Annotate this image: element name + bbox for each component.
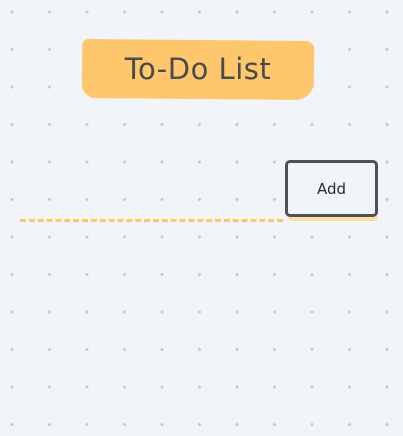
- add-button-label: Add: [316, 179, 347, 198]
- todo-input[interactable]: [20, 200, 283, 222]
- page-title: To-Do List: [124, 52, 272, 86]
- add-button[interactable]: Add: [285, 160, 378, 217]
